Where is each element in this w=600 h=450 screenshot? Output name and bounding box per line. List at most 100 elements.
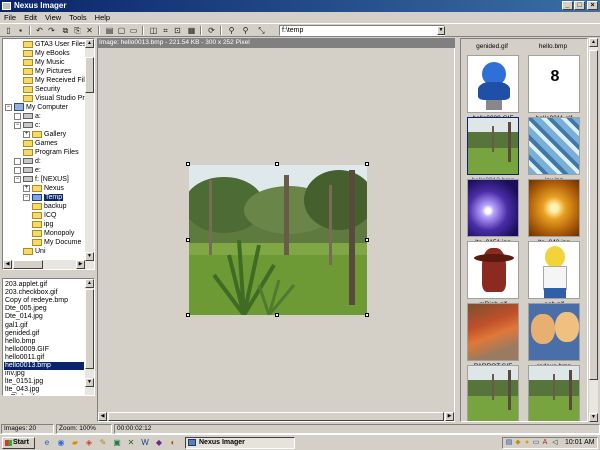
word-icon[interactable]: W [140, 438, 150, 448]
resize-handle[interactable] [186, 162, 190, 166]
scroll-up-icon[interactable]: ▲ [85, 39, 94, 48]
thumbnail-image[interactable] [467, 179, 519, 237]
scroll-right-icon[interactable]: ▶ [76, 260, 85, 269]
file-list-item[interactable]: 203.applet.gif [4, 281, 84, 289]
scroll-down-icon[interactable]: ▼ [85, 252, 94, 261]
tree-vscroll[interactable]: ▲ ▼ [85, 39, 94, 269]
file-list-item[interactable]: hello0011.gif [4, 354, 84, 362]
file-list-item[interactable]: genided.gif [4, 330, 84, 338]
maximize-button[interactable]: □ [574, 1, 585, 10]
copy-icon[interactable]: ⧉ [60, 25, 71, 36]
file-list-item[interactable]: mDiab.gif [4, 394, 84, 395]
thumbnail[interactable]: temp.bmp [464, 363, 522, 421]
menu-help[interactable]: Help [91, 12, 114, 23]
viewer-hscroll[interactable]: ◀ ▶ [98, 412, 455, 421]
tree-hscroll[interactable]: ◀ ▶ [3, 260, 85, 269]
expand-toggle-icon[interactable] [14, 157, 21, 165]
menu-tools[interactable]: Tools [65, 12, 91, 23]
thumbnail[interactable]: temp1.bmp [525, 363, 583, 421]
thumbnail-image[interactable] [467, 117, 519, 175]
expand-toggle-icon[interactable]: − [14, 121, 21, 129]
thumbnail-image[interactable]: 8 [528, 55, 580, 113]
expand-toggle-icon[interactable]: + [23, 184, 30, 192]
expand-toggle-icon[interactable]: − [23, 193, 30, 201]
thumbnail-image[interactable] [528, 241, 580, 299]
file-list-item[interactable]: Dte_014.jpg [4, 313, 84, 321]
scroll-left-icon[interactable]: ◀ [3, 260, 12, 269]
menu-edit[interactable]: Edit [20, 12, 41, 23]
tools-icon[interactable]: ✎ [98, 438, 108, 448]
resize-handle[interactable] [186, 238, 190, 242]
ie-icon[interactable]: e [42, 438, 52, 448]
print-preview-icon[interactable]: ▤ [104, 25, 115, 36]
thumbnail-image[interactable] [528, 179, 580, 237]
resize-handle[interactable] [365, 313, 369, 317]
acrobat-icon[interactable]: A [541, 439, 549, 447]
tree-item[interactable]: Uni [23, 247, 46, 257]
messenger-icon[interactable]: ● [523, 439, 531, 447]
excel-icon[interactable]: ✕ [126, 438, 136, 448]
resize-handle[interactable] [365, 162, 369, 166]
resize-handle[interactable] [186, 313, 190, 317]
clock[interactable]: 10:01 AM [565, 438, 595, 448]
thumbnail-image[interactable] [528, 303, 580, 361]
purple-app-icon[interactable]: ◆ [154, 438, 164, 448]
file-list-item[interactable]: lte_0151.jpg [4, 378, 84, 386]
resize-handle[interactable] [365, 238, 369, 242]
tray-app-icon[interactable]: ◆ [514, 439, 522, 447]
paste-icon[interactable]: ⎘ [72, 25, 83, 36]
thumbnail-panel[interactable]: genided.gifhello.bmphello0009.GIF8hello0… [460, 38, 588, 422]
image-icon[interactable]: ▦ [186, 25, 197, 36]
browser-icon[interactable]: ◉ [56, 438, 66, 448]
open-icon[interactable]: ▢ [116, 25, 127, 36]
thumbnail-image[interactable] [528, 117, 580, 175]
thumbnail-image[interactable] [467, 303, 519, 361]
path-combo[interactable]: f:\temp [279, 25, 445, 36]
menu-view[interactable]: View [41, 12, 65, 23]
undo-icon[interactable]: ↶ [34, 25, 45, 36]
file-list-item[interactable]: hello0013.bmp [4, 362, 84, 370]
filelist-vscroll[interactable]: ▲ ▼ [85, 279, 94, 395]
thumbnail-image[interactable] [467, 55, 519, 113]
crop-icon[interactable]: ⌗ [160, 25, 171, 36]
expand-toggle-icon[interactable]: − [5, 103, 12, 111]
folder-icon[interactable]: ▰ [70, 438, 80, 448]
new-icon[interactable]: ▯ [3, 25, 14, 36]
tree-hscroll-thumb[interactable] [13, 260, 43, 269]
thumbs-vscroll[interactable]: ▲ ▼ [589, 38, 598, 422]
delete-icon[interactable]: ✕ [84, 25, 95, 36]
firefox-icon[interactable]: ◐ [168, 438, 178, 448]
file-list-item[interactable]: gal1.gif [4, 322, 84, 330]
minimize-button[interactable]: _ [562, 1, 573, 10]
media-icon[interactable]: ◈ [84, 438, 94, 448]
thumbnail-image[interactable] [467, 241, 519, 299]
resize-handle[interactable] [275, 313, 279, 317]
file-list[interactable]: 203.applet.gif 203.checkbox.gif Copy of re… [2, 278, 95, 396]
preview-image[interactable] [189, 165, 367, 315]
chevron-down-icon[interactable]: ▼ [437, 26, 445, 35]
file-list-item[interactable]: 203.checkbox.gif [4, 289, 84, 297]
title-bar[interactable]: Nexus Imager [0, 0, 600, 12]
resize-handle[interactable] [275, 162, 279, 166]
scroll-left-icon[interactable]: ◀ [98, 412, 107, 421]
app-icon-green[interactable]: ▣ [112, 438, 122, 448]
file-list-item[interactable]: lte_043.jpg [4, 386, 84, 394]
monitor-icon[interactable]: ▭ [128, 25, 139, 36]
expand-toggle-icon[interactable]: + [23, 130, 30, 138]
thumbs-scroll-thumb[interactable] [589, 50, 598, 380]
folder-tree[interactable]: GTA3 User Files My eBooks My Music My Pictu… [2, 38, 95, 270]
scroll-up-icon[interactable]: ▲ [85, 279, 94, 288]
menu-file[interactable]: File [0, 12, 20, 23]
expand-toggle-icon[interactable] [14, 166, 21, 174]
file-list-item[interactable]: Copy of redeye.bmp [4, 297, 84, 305]
viewer-scroll-thumb[interactable] [108, 412, 444, 421]
task-nexus-imager[interactable]: Nexus Imager [185, 437, 295, 449]
zoom-in-icon[interactable]: ⚲ [226, 25, 237, 36]
thumbnail-image[interactable] [528, 365, 580, 421]
expand-toggle-icon[interactable]: − [14, 175, 21, 183]
volume-icon[interactable]: ◁ [551, 439, 559, 447]
save-icon[interactable]: ▪ [15, 25, 26, 36]
file-list-item[interactable]: hello0009.GIF [4, 346, 84, 354]
file-list-item[interactable]: hello.bmp [4, 338, 84, 346]
thumbnail-image[interactable] [467, 365, 519, 421]
